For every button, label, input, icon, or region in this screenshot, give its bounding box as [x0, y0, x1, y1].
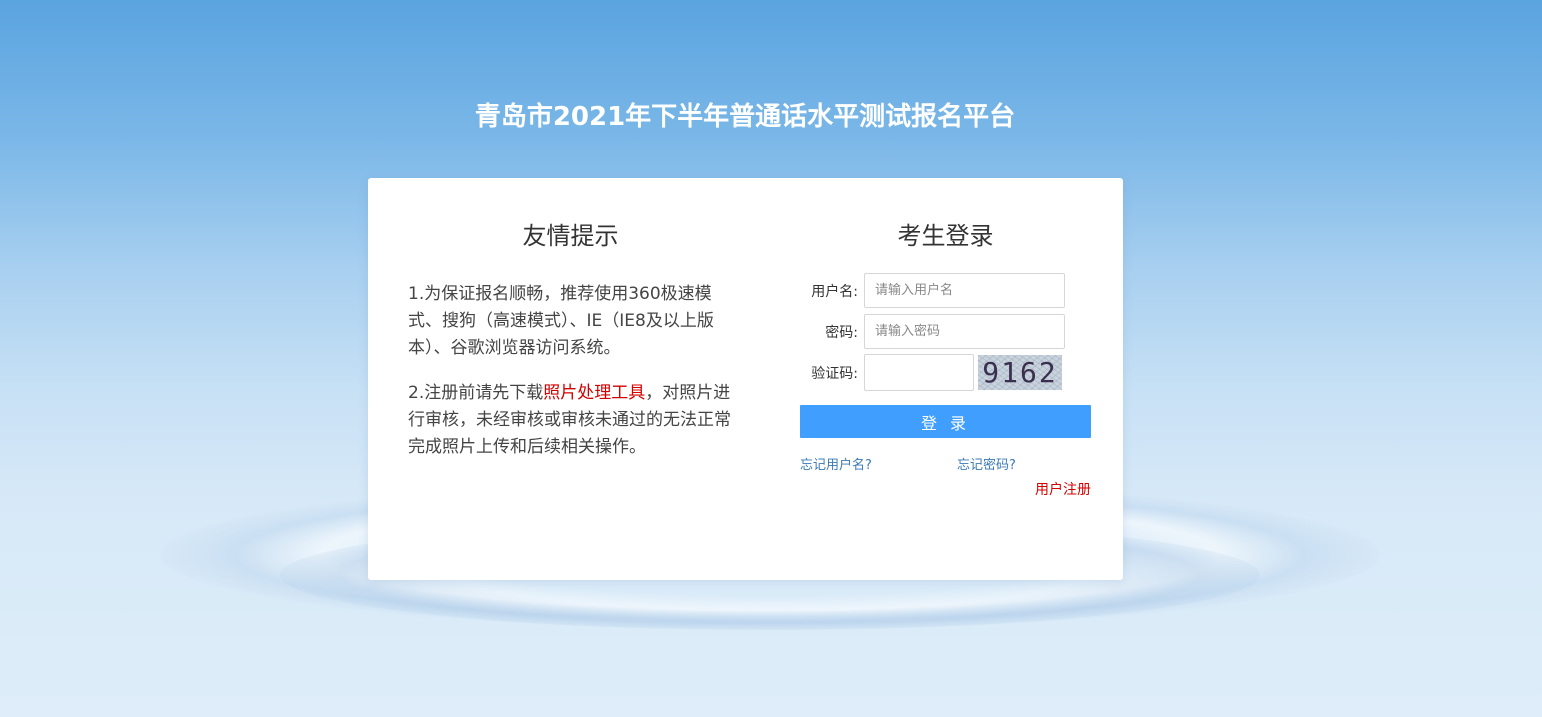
tip-item-2: 2.注册前请先下载照片处理工具，对照片进行审核，未经审核或审核未通过的无法正常完…: [408, 380, 733, 461]
captcha-row: 验证码: 9162: [800, 354, 1091, 391]
photo-tool-download-link[interactable]: 照片处理工具: [543, 383, 645, 403]
password-label: 密码:: [825, 324, 858, 341]
captcha-label: 验证码:: [811, 365, 858, 382]
tips-panel: 友情提示 1.为保证报名顺畅，推荐使用360极速模式、搜狗（高速模式）、IE（I…: [408, 216, 733, 479]
login-button[interactable]: 登 录: [800, 405, 1091, 438]
username-row: 用户名:: [800, 272, 1091, 309]
forgot-username-link[interactable]: 忘记用户名?: [800, 454, 872, 473]
captcha-image[interactable]: 9162: [978, 355, 1062, 390]
tip-item-1: 1.为保证报名顺畅，推荐使用360极速模式、搜狗（高速模式）、IE（IE8及以上…: [408, 284, 714, 358]
password-input[interactable]: [864, 314, 1065, 349]
login-card: 友情提示 1.为保证报名顺畅，推荐使用360极速模式、搜狗（高速模式）、IE（I…: [368, 178, 1123, 580]
username-input[interactable]: [864, 273, 1065, 308]
login-page: 青岛市2021年下半年普通话水平测试报名平台 友情提示 1.为保证报名顺畅，推荐…: [0, 0, 1542, 717]
forgot-password-link[interactable]: 忘记密码?: [957, 454, 1016, 473]
register-link[interactable]: 用户注册: [1035, 479, 1091, 499]
login-title: 考生登录: [897, 222, 994, 250]
login-panel: 考生登录 用户名: 密码: 验证码: 9162 登 录 忘记用户名? 忘记密码?…: [800, 216, 1091, 498]
username-label: 用户名:: [811, 283, 858, 300]
tip-item-2-before: 2.注册前请先下载: [408, 383, 544, 403]
captcha-input[interactable]: [864, 354, 974, 391]
page-title: 青岛市2021年下半年普通话水平测试报名平台: [474, 102, 1016, 132]
tips-title: 友情提示: [522, 222, 619, 250]
password-row: 密码:: [800, 313, 1091, 350]
login-links: 忘记用户名? 忘记密码? 用户注册: [800, 454, 1091, 498]
